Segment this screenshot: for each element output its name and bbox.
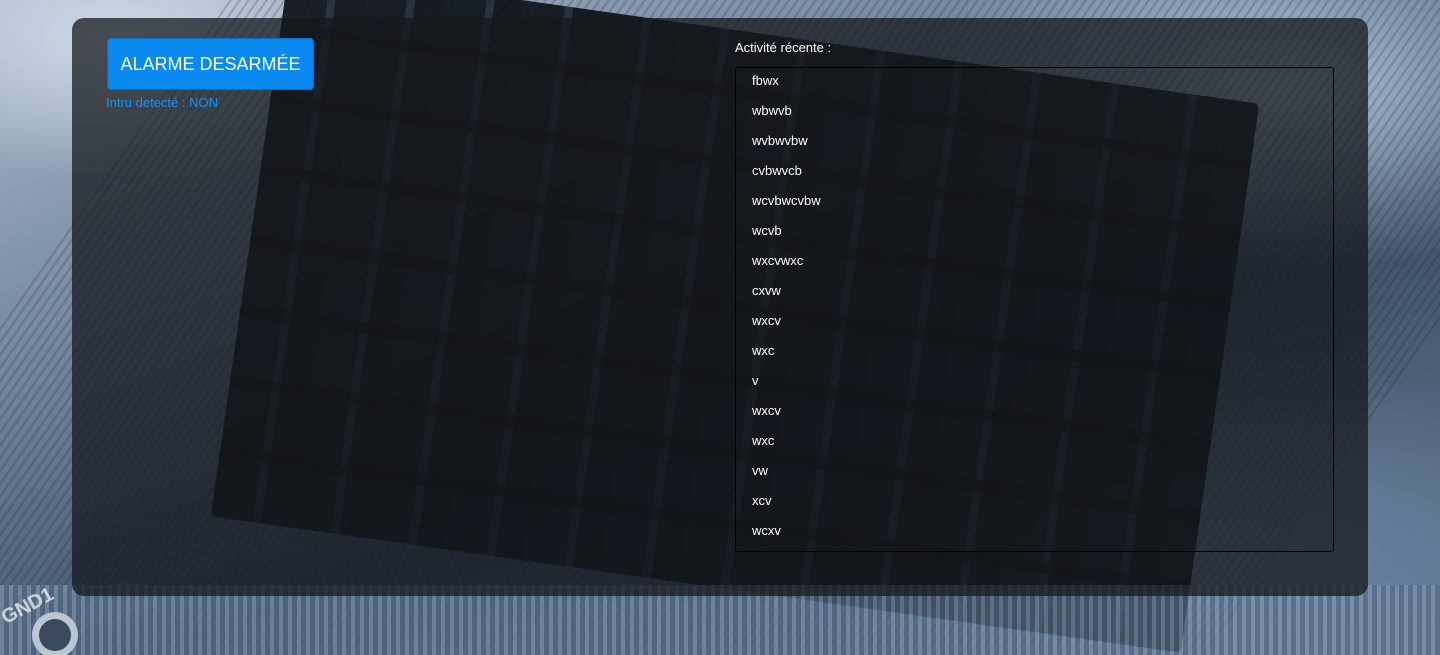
activity-item: cxvw <box>752 283 781 298</box>
intrusion-status: Intru detecté : NON <box>106 95 218 110</box>
activity-item: wcvb <box>752 223 782 238</box>
alarm-panel: ALARME DESARMÉE Intru detecté : NON Acti… <box>72 18 1368 596</box>
activity-item: xcv <box>752 493 772 508</box>
activity-log[interactable]: fbwx wbwvb wvbwvbw cvbwvcb wcvbwcvbw wcv… <box>735 67 1334 552</box>
activity-item: wxcvwxc <box>752 253 804 268</box>
alarm-toggle-button[interactable]: ALARME DESARMÉE <box>107 38 314 90</box>
activity-item: vw <box>752 463 768 478</box>
activity-item: v <box>752 373 759 388</box>
activity-item: wvbwvbw <box>752 133 808 148</box>
activity-item: cvbwvcb <box>752 163 802 178</box>
activity-item: wcxv <box>752 523 781 538</box>
activity-heading: Activité récente : <box>735 40 832 55</box>
activity-list: fbwx wbwvb wvbwvbw cvbwvcb wcvbwcvbw wcv… <box>736 68 1333 551</box>
activity-item: fbwx <box>752 73 779 88</box>
activity-item: wxc <box>752 343 775 358</box>
activity-item: wxcv <box>752 403 781 418</box>
activity-item: wbwvb <box>752 103 792 118</box>
board-pad <box>32 612 78 655</box>
activity-item: wcvbwcvbw <box>752 193 821 208</box>
activity-item: wxc <box>752 433 775 448</box>
activity-item: wxcv <box>752 313 781 328</box>
